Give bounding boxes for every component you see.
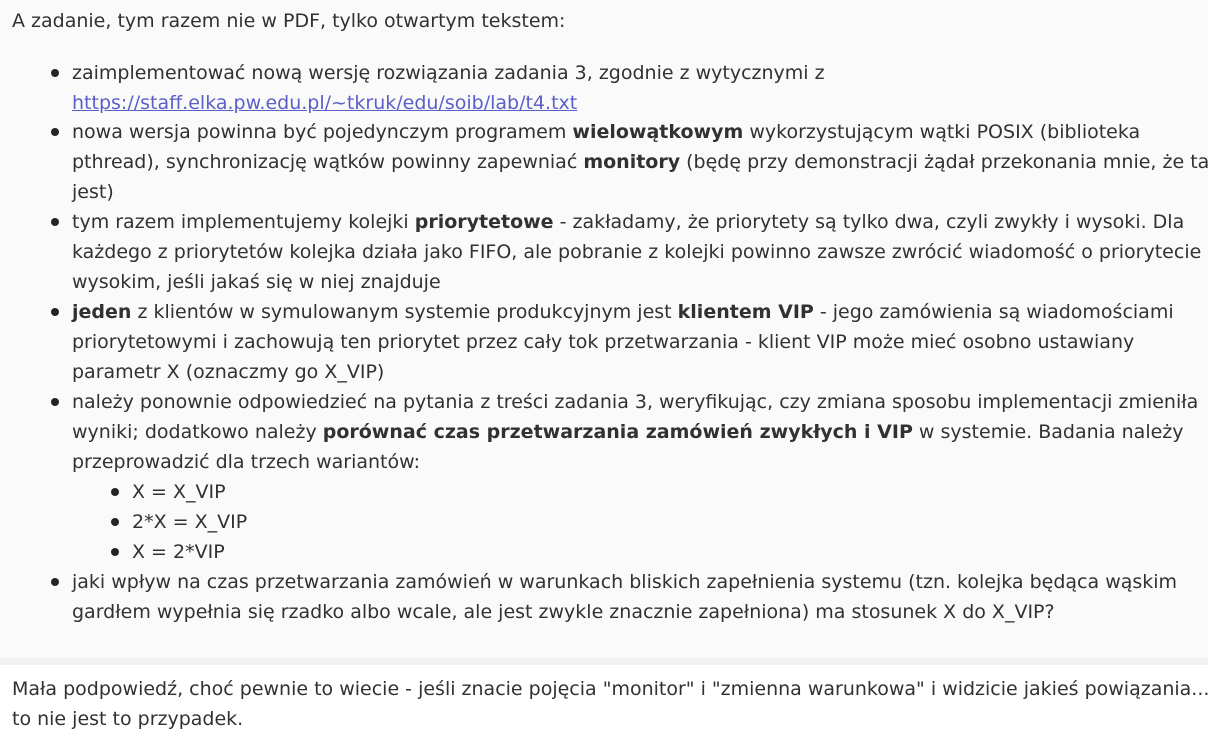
item6-line2: gardłem wypełnia się rzadko albo wcale, … [72,601,1055,623]
bold-one: jeden [72,301,132,323]
item4-line1: jeden z klientów w symulowanym systemie … [72,301,1174,323]
bold-multithreaded: wielowątkowym [572,121,744,143]
message-2: Mała podpowiedź, choć pewnie to wiecie -… [0,665,1208,738]
hint-line2: to nie jest to przypadek. [12,708,244,730]
bold-vip-client: klientem VIP [677,301,814,323]
item5-line3: przeprowadzić dla trzech wariantów: [72,451,421,473]
message-divider [0,658,1208,665]
item1-line2: https://staff.elka.pw.edu.pl/~tkruk/edu/… [72,88,577,118]
sub-bullet-icon [111,488,119,496]
variant-2: 2*X = X_VIP [132,511,248,533]
variant-3: X = 2*VIP [132,541,225,563]
bold-priority: priorytetowe [414,211,554,233]
bullet-icon [51,308,59,316]
item1-line1: zaimplementować nową wersję rozwiązania … [72,62,825,84]
item3-line1: tym razem implementujemy kolejki prioryt… [72,211,1185,233]
item4-line3: parametr X (oznaczmy go X_VIP) [72,361,385,383]
intro-text: A zadanie, tym razem nie w PDF, tylko ot… [12,10,566,32]
variant-1: X = X_VIP [132,481,226,503]
bullet-icon [51,218,59,226]
sub-bullet-icon [111,548,119,556]
item2-line1: nowa wersja powinna być pojedynczym prog… [72,121,1141,143]
bullet-icon [51,128,59,136]
bullet-icon [51,69,59,77]
message-1: A zadanie, tym razem nie w PDF, tylko ot… [0,0,1208,658]
t4-link[interactable]: https://staff.elka.pw.edu.pl/~tkruk/edu/… [72,92,577,114]
sub-bullet-icon [111,518,119,526]
item3-line3: wysokim, jeśli jakaś się w niej znajduje [72,271,441,293]
item2-line3: jest) [72,181,114,203]
bullet-icon [51,578,59,586]
item3-line2: każdego z priorytetów kolejka działa jak… [72,241,1202,263]
bullet-icon [51,398,59,406]
bold-monitors: monitory [583,151,681,173]
item4-line2: priorytetowymi i zachowują ten priorytet… [72,331,1135,353]
item5-line2: wyniki; dodatkowo należy porównać czas p… [72,421,1184,443]
item5-line1: należy ponownie odpowiedzieć na pytania … [72,391,1199,413]
item6-line1: jaki wpływ na czas przetwarzania zamówie… [72,571,1178,593]
bold-compare: porównać czas przetwarzania zamówień zwy… [322,421,913,443]
hint-line1: Mała podpowiedź, choć pewnie to wiecie -… [12,678,1208,700]
item2-line2: pthread), synchronizację wątków powinny … [72,151,1208,173]
